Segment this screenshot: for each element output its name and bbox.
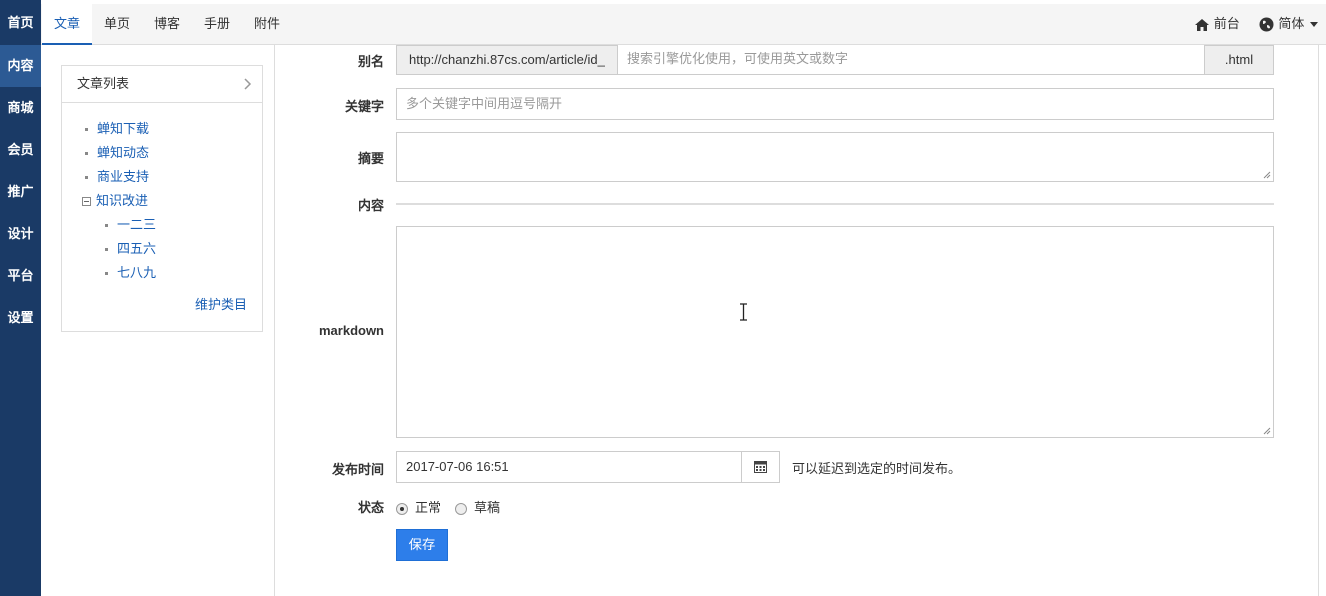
category-item[interactable]: 蝉知下载: [62, 117, 262, 141]
language-label: 简体: [1278, 16, 1305, 31]
top-right-links: 前台 简体: [1178, 4, 1318, 45]
status-label: 状态: [357, 500, 384, 515]
nav-item-content[interactable]: 内容: [0, 45, 41, 87]
content-divider-line: [396, 203, 1274, 205]
left-nav: 首页 内容 商城 会员 推广 设计 平台 设置: [0, 0, 41, 596]
collapse-icon[interactable]: [82, 197, 91, 207]
save-button[interactable]: 保存: [396, 529, 448, 561]
bullet-icon: [105, 224, 108, 228]
right-divider: [1318, 45, 1319, 596]
category-label: 七八九: [117, 265, 157, 280]
content-label: 内容: [357, 198, 384, 213]
alias-label: 别名: [357, 54, 384, 69]
nav-item-promotion[interactable]: 推广: [0, 171, 41, 213]
category-item[interactable]: 一二三: [62, 213, 262, 237]
category-label: 蝉知动态: [97, 145, 150, 160]
tab-attachment[interactable]: 附件: [242, 4, 292, 45]
nav-item-settings[interactable]: 设置: [0, 297, 41, 339]
category-tree: 蝉知下载 蝉知动态 商业支持 知识改进 一二三 四五六 七八九: [62, 103, 262, 285]
resize-grip-icon[interactable]: [1263, 427, 1271, 435]
bullet-icon: [105, 248, 108, 252]
article-category-panel: 文章列表 蝉知下载 蝉知动态 商业支持 知识改进 一二三 四五六 七八九 维护类…: [61, 65, 263, 332]
language-switch[interactable]: 简体: [1259, 4, 1318, 43]
alias-placeholder: 搜索引擎优化使用，可使用英文或数字: [627, 51, 849, 66]
tab-blog[interactable]: 博客: [142, 4, 192, 45]
radio-unchecked-icon: [455, 502, 467, 515]
nav-item-design[interactable]: 设计: [0, 213, 41, 255]
nav-item-home[interactable]: 首页: [0, 0, 41, 45]
chevron-right-icon: [244, 78, 252, 90]
alias-input[interactable]: 搜索引擎优化使用，可使用英文或数字: [617, 45, 1205, 75]
nav-item-shop[interactable]: 商城: [0, 87, 41, 129]
bullet-icon: [85, 128, 88, 132]
publish-time-hint: 可以延迟到选定的时间发布。: [792, 461, 962, 476]
maintain-categories-link[interactable]: 维护类目: [195, 294, 247, 313]
category-item[interactable]: 四五六: [62, 237, 262, 261]
category-item[interactable]: 知识改进: [62, 189, 262, 213]
markdown-label: markdown: [318, 323, 384, 338]
summary-label: 摘要: [357, 151, 384, 166]
alias-prefix: http://chanzhi.87cs.com/article/id_: [396, 45, 618, 75]
status-radio-normal[interactable]: 正常: [396, 497, 441, 516]
tab-page[interactable]: 单页: [92, 4, 142, 45]
bullet-icon: [105, 272, 108, 276]
category-item[interactable]: 七八九: [62, 261, 262, 285]
alias-suffix: .html: [1204, 45, 1274, 75]
radio-checked-icon: [396, 502, 408, 515]
nav-item-platform[interactable]: 平台: [0, 255, 41, 297]
summary-textarea[interactable]: [396, 132, 1274, 182]
category-label: 蝉知下载: [97, 121, 150, 136]
category-label: 知识改进: [96, 193, 149, 208]
category-item[interactable]: 商业支持: [62, 165, 262, 189]
bullet-icon: [85, 176, 88, 180]
publish-time-label: 发布时间: [331, 462, 384, 477]
category-label: 商业支持: [97, 169, 150, 184]
calendar-icon: [754, 461, 767, 473]
bullet-icon: [85, 152, 88, 156]
caret-down-icon: [1310, 22, 1318, 28]
keywords-placeholder: 多个关键字中间用逗号隔开: [406, 96, 563, 111]
status-radio-draft[interactable]: 草稿: [455, 497, 500, 516]
panel-header[interactable]: 文章列表: [62, 66, 262, 103]
category-label: 一二三: [117, 217, 157, 232]
home-icon: [1194, 18, 1209, 31]
keywords-input[interactable]: 多个关键字中间用逗号隔开: [396, 88, 1274, 120]
resize-grip-icon[interactable]: [1263, 171, 1271, 179]
radio-label: 正常: [415, 500, 442, 515]
frontend-label: 前台: [1213, 16, 1240, 31]
frontend-link[interactable]: 前台: [1194, 4, 1240, 43]
category-label: 四五六: [117, 241, 157, 256]
markdown-editor[interactable]: [396, 226, 1274, 438]
tab-manual[interactable]: 手册: [192, 4, 242, 45]
content-divider: [274, 45, 275, 596]
tab-article[interactable]: 文章: [42, 4, 93, 45]
nav-item-member[interactable]: 会员: [0, 129, 41, 171]
radio-label: 草稿: [474, 500, 501, 515]
panel-title: 文章列表: [77, 76, 130, 91]
globe-icon: [1259, 17, 1274, 32]
calendar-button[interactable]: [741, 451, 780, 483]
top-bar: 文章 单页 博客 手册 附件 前台 简体: [41, 0, 1326, 45]
category-item[interactable]: 蝉知动态: [62, 141, 262, 165]
text-cursor-icon: [740, 303, 747, 321]
publish-time-input[interactable]: 2017-07-06 16:51: [396, 451, 742, 483]
keywords-label: 关键字: [344, 99, 384, 114]
